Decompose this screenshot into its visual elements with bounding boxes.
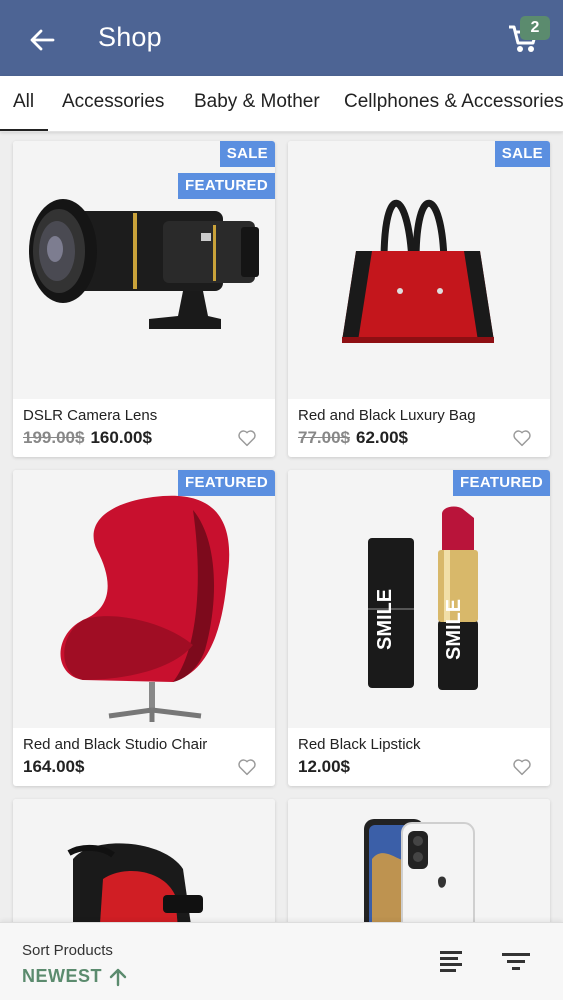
arrow-left-icon — [30, 29, 55, 51]
product-info: Red and Black Luxury Bag 77.00$ 62.00$ — [288, 399, 550, 457]
sale-badge: SALE — [494, 141, 550, 167]
heart-icon[interactable] — [512, 429, 532, 447]
product-info: DSLR Camera Lens 199.00$ 160.00$ — [13, 399, 275, 457]
cart-button[interactable]: 2 — [500, 14, 560, 62]
sort-label: Sort Products — [22, 942, 113, 959]
tab-baby-mother[interactable]: Baby & Mother — [194, 76, 320, 131]
product-price: 164.00$ — [23, 757, 84, 777]
tab-cellphones-accessories[interactable]: Cellphones & Accessories — [344, 76, 563, 131]
filter-icon[interactable] — [498, 945, 532, 979]
product-price: 12.00$ — [298, 757, 350, 777]
product-card[interactable]: FEATURED Red and Black Studio Chair 164.… — [13, 470, 275, 786]
cart-count-badge: 2 — [520, 16, 550, 40]
current-price: 160.00$ — [90, 428, 152, 447]
app-bar: Shop 2 — [0, 0, 563, 76]
product-image-smartphone — [288, 799, 550, 922]
featured-badge: FEATURED — [453, 470, 550, 496]
product-card[interactable]: SALE FEATURED DSLR Camera Lens 199.00$ 16… — [13, 141, 275, 457]
product-card[interactable] — [288, 799, 550, 922]
old-price: 77.00$ — [298, 428, 350, 447]
featured-badge: FEATURED — [178, 470, 275, 496]
sort-value[interactable]: NEWEST — [22, 966, 102, 987]
product-name: DSLR Camera Lens — [23, 407, 158, 424]
page-title: Shop — [98, 22, 162, 52]
sort-bar: Sort Products NEWEST — [0, 922, 563, 1000]
arrow-up-icon[interactable] — [108, 967, 128, 987]
current-price: 12.00$ — [298, 757, 350, 776]
heart-icon[interactable] — [237, 758, 257, 776]
lipstick-tube-text: SMILE — [443, 599, 465, 660]
current-price: 164.00$ — [23, 757, 85, 776]
tab-all[interactable]: All — [0, 76, 48, 131]
back-button[interactable] — [22, 20, 62, 60]
product-price: 199.00$ 160.00$ — [23, 428, 152, 448]
current-price: 62.00$ — [356, 428, 408, 447]
product-grid: SALE FEATURED DSLR Camera Lens 199.00$ 16… — [0, 132, 563, 922]
heart-icon[interactable] — [237, 429, 257, 447]
product-card[interactable] — [13, 799, 275, 922]
product-image-handbag — [288, 141, 550, 399]
product-info: Red Black Lipstick 12.00$ — [288, 728, 550, 786]
sale-badge: SALE — [219, 141, 275, 167]
product-name: Red and Black Luxury Bag — [298, 407, 476, 424]
lipstick-box-text: SMILE — [374, 589, 396, 650]
product-card[interactable]: SALE Red and Black Luxury Bag 77.00$ 62.0… — [288, 141, 550, 457]
product-price: 77.00$ 62.00$ — [298, 428, 408, 448]
old-price: 199.00$ — [23, 428, 85, 447]
category-tabs: All Accessories Baby & Mother Cellphones… — [0, 76, 563, 132]
product-name: Red and Black Studio Chair — [23, 736, 208, 753]
featured-badge: FEATURED — [178, 173, 275, 199]
product-info: Red and Black Studio Chair 164.00$ — [13, 728, 275, 786]
product-image-stroller — [13, 799, 275, 922]
product-image-egg-chair — [13, 470, 275, 728]
product-card[interactable]: SMILE SMILE FEATURED Red Black Lipstick … — [288, 470, 550, 786]
heart-icon[interactable] — [512, 758, 532, 776]
tab-accessories[interactable]: Accessories — [62, 76, 164, 131]
product-name: Red Black Lipstick — [298, 736, 421, 753]
product-image-lipstick: SMILE SMILE — [288, 470, 550, 728]
list-view-icon[interactable] — [434, 945, 468, 979]
